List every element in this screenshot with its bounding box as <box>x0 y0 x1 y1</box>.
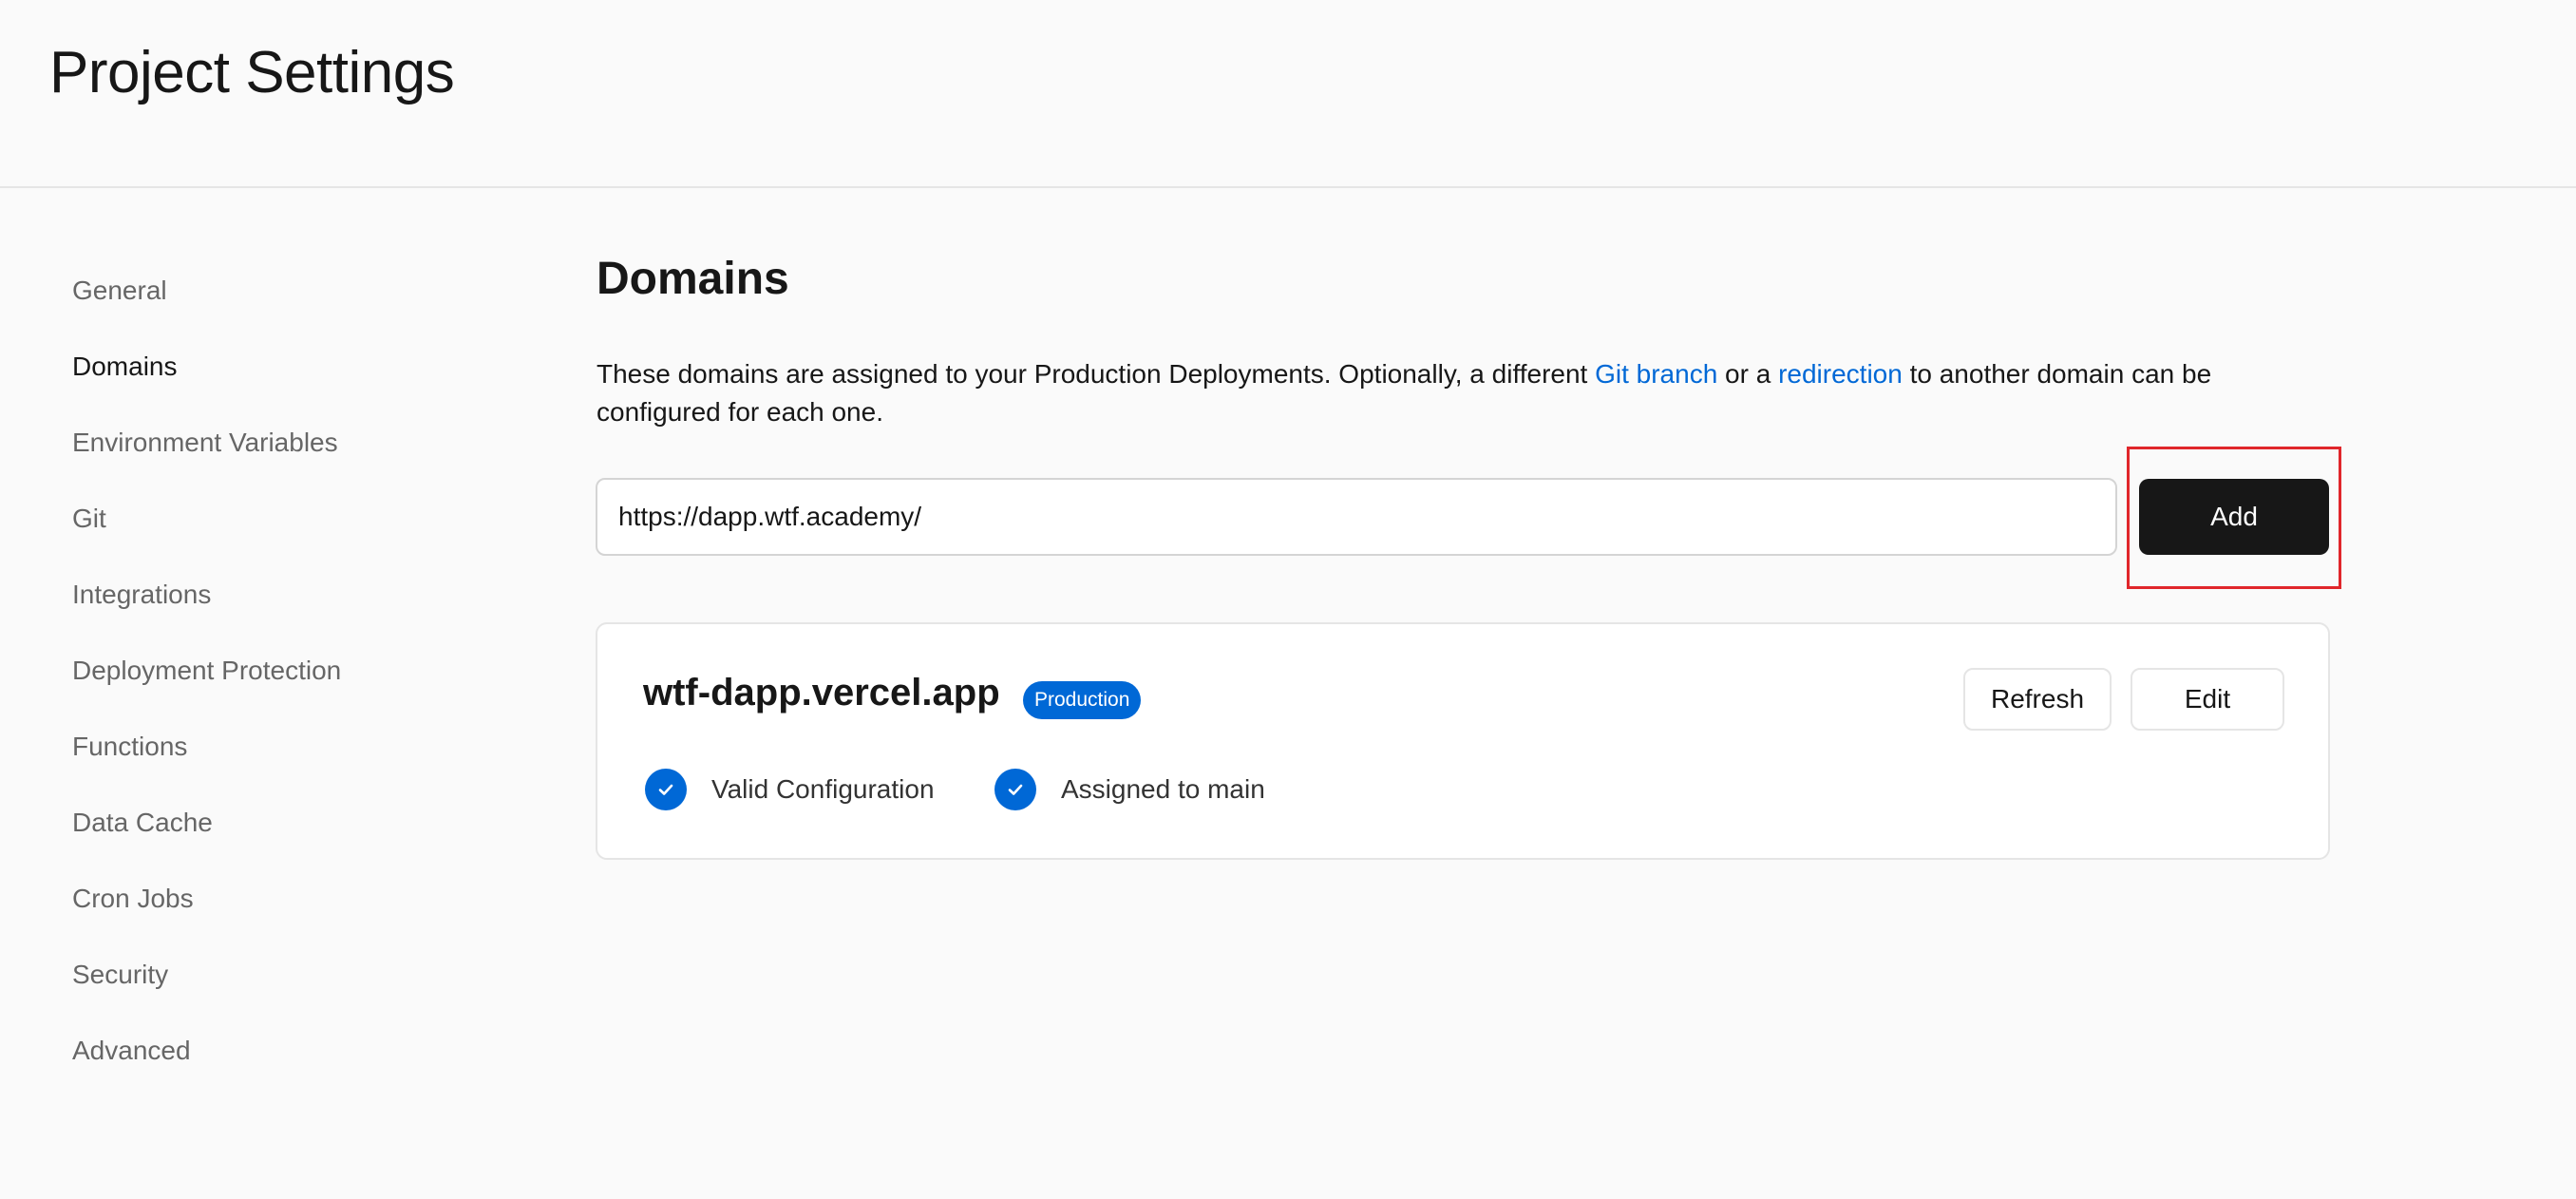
page-title: Project Settings <box>49 40 455 105</box>
section-title: Domains <box>597 254 789 304</box>
check-circle-icon <box>994 769 1036 810</box>
sidebar-item-functions[interactable]: Functions <box>72 709 471 785</box>
status-label: Valid Configuration <box>711 774 935 804</box>
check-circle-icon <box>645 769 687 810</box>
sidebar-item-integrations[interactable]: Integrations <box>72 557 471 633</box>
status-valid-configuration: Valid Configuration <box>645 769 935 810</box>
edit-button[interactable]: Edit <box>2131 668 2284 731</box>
production-badge: Production <box>1023 681 1142 719</box>
git-branch-link[interactable]: Git branch <box>1595 359 1717 389</box>
refresh-button[interactable]: Refresh <box>1963 668 2112 731</box>
domain-input[interactable] <box>596 478 2117 556</box>
redirection-link[interactable]: redirection <box>1778 359 1903 389</box>
status-assigned-branch: Assigned to main <box>994 769 1265 810</box>
domains-description: These domains are assigned to your Produ… <box>597 355 2325 431</box>
sidebar-item-general[interactable]: General <box>72 253 471 329</box>
domain-name[interactable]: wtf-dapp.vercel.app <box>643 666 1000 719</box>
sidebar-item-advanced[interactable]: Advanced <box>72 1013 471 1089</box>
page-header: Project Settings <box>0 0 2576 188</box>
sidebar-item-domains[interactable]: Domains <box>72 329 471 405</box>
sidebar-item-cron-jobs[interactable]: Cron Jobs <box>72 861 471 937</box>
sidebar-item-security[interactable]: Security <box>72 937 471 1013</box>
sidebar-item-data-cache[interactable]: Data Cache <box>72 785 471 861</box>
description-text: These domains are assigned to your Produ… <box>597 359 1596 389</box>
domain-card: wtf-dapp.vercel.app Production Refresh E… <box>596 622 2330 860</box>
add-domain-button[interactable]: Add <box>2139 479 2329 555</box>
settings-sidebar: General Domains Environment Variables Gi… <box>72 253 471 1089</box>
status-label: Assigned to main <box>1061 774 1265 804</box>
description-text: or a <box>1717 359 1779 389</box>
sidebar-item-deployment-protection[interactable]: Deployment Protection <box>72 633 471 709</box>
sidebar-item-git[interactable]: Git <box>72 481 471 557</box>
sidebar-item-environment-variables[interactable]: Environment Variables <box>72 405 471 481</box>
